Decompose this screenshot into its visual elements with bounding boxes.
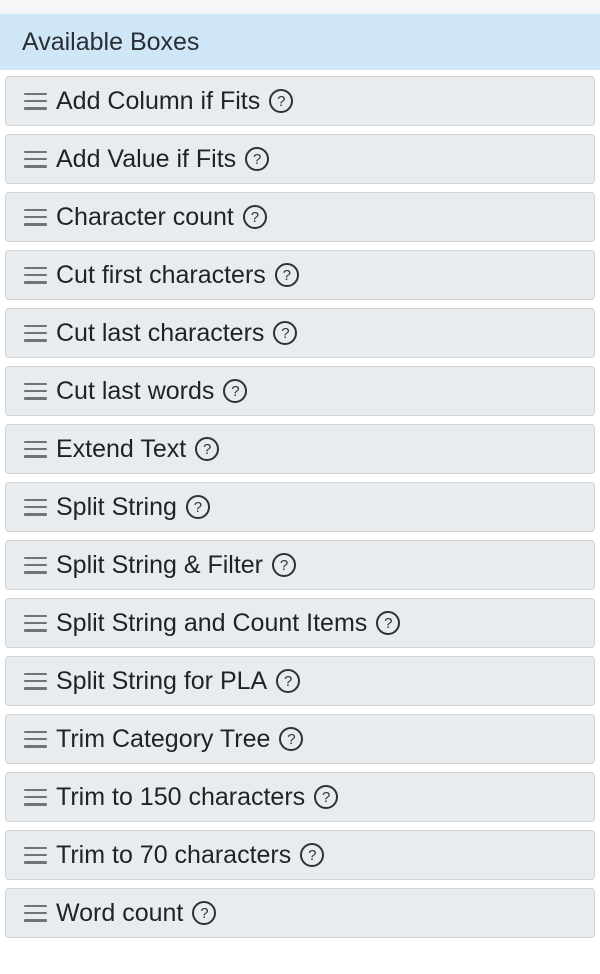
help-icon[interactable]: ? [242, 205, 267, 229]
box-item[interactable]: Trim Category Tree ? [5, 714, 595, 764]
box-label: Cut last characters [56, 318, 265, 347]
box-item[interactable]: Cut last characters ? [5, 308, 595, 358]
drag-handle-icon[interactable] [24, 672, 47, 690]
box-item[interactable]: Add Value if Fits ? [5, 134, 595, 184]
box-label: Trim Category Tree [56, 724, 271, 753]
help-icon[interactable]: ? [185, 495, 210, 519]
drag-handle-icon[interactable] [24, 904, 47, 922]
help-icon[interactable]: ? [192, 901, 217, 925]
box-item[interactable]: Character count ? [5, 192, 595, 242]
box-item[interactable]: Add Column if Fits ? [5, 76, 595, 126]
box-label: Trim to 150 characters [56, 782, 306, 811]
box-item[interactable]: Cut last words ? [5, 366, 595, 416]
help-icon[interactable]: ? [195, 437, 220, 461]
help-icon[interactable]: ? [314, 785, 339, 809]
help-icon[interactable]: ? [269, 89, 294, 113]
box-item[interactable]: Split String ? [5, 482, 595, 532]
box-label: Split String and Count Items [56, 608, 368, 637]
box-label: Split String & Filter [56, 550, 264, 579]
box-item[interactable]: Split String & Filter ? [5, 540, 595, 590]
box-label: Add Value if Fits [56, 144, 237, 173]
box-label: Extend Text [56, 434, 187, 463]
help-icon[interactable]: ? [274, 263, 299, 287]
drag-handle-icon[interactable] [24, 846, 47, 864]
drag-handle-icon[interactable] [24, 266, 47, 284]
drag-handle-icon[interactable] [24, 208, 47, 226]
help-icon[interactable]: ? [300, 843, 325, 867]
box-item[interactable]: Trim to 150 characters ? [5, 772, 595, 822]
drag-handle-icon[interactable] [24, 730, 47, 748]
available-boxes-list: Add Column if Fits ? Add Value if Fits ?… [0, 76, 600, 938]
help-icon[interactable]: ? [245, 147, 270, 171]
drag-handle-icon[interactable] [24, 324, 47, 342]
box-item[interactable]: Split String for PLA ? [5, 656, 595, 706]
drag-handle-icon[interactable] [24, 150, 47, 168]
box-item[interactable]: Extend Text ? [5, 424, 595, 474]
box-label: Split String for PLA [56, 666, 268, 695]
box-item[interactable]: Cut first characters ? [5, 250, 595, 300]
help-icon[interactable]: ? [223, 379, 248, 403]
drag-handle-icon[interactable] [24, 614, 47, 632]
box-label: Trim to 70 characters [56, 840, 292, 869]
help-icon[interactable]: ? [272, 553, 297, 577]
box-item[interactable]: Word count ? [5, 888, 595, 938]
box-label: Character count [56, 202, 234, 231]
drag-handle-icon[interactable] [24, 382, 47, 400]
help-icon[interactable]: ? [273, 321, 298, 345]
drag-handle-icon[interactable] [24, 788, 47, 806]
top-strip [0, 0, 600, 14]
panel-title: Available Boxes [22, 27, 200, 56]
box-label: Split String [56, 492, 177, 521]
help-icon[interactable]: ? [276, 669, 301, 693]
box-item[interactable]: Trim to 70 characters ? [5, 830, 595, 880]
box-label: Add Column if Fits [56, 86, 261, 115]
drag-handle-icon[interactable] [24, 440, 47, 458]
box-label: Cut first characters [56, 260, 266, 289]
drag-handle-icon[interactable] [24, 556, 47, 574]
box-label: Cut last words [56, 376, 215, 405]
box-label: Word count [56, 898, 184, 927]
help-icon[interactable]: ? [279, 727, 304, 751]
drag-handle-icon[interactable] [24, 498, 47, 516]
help-icon[interactable]: ? [376, 611, 401, 635]
panel-header: Available Boxes [0, 14, 600, 70]
drag-handle-icon[interactable] [24, 92, 47, 110]
box-item[interactable]: Split String and Count Items ? [5, 598, 595, 648]
